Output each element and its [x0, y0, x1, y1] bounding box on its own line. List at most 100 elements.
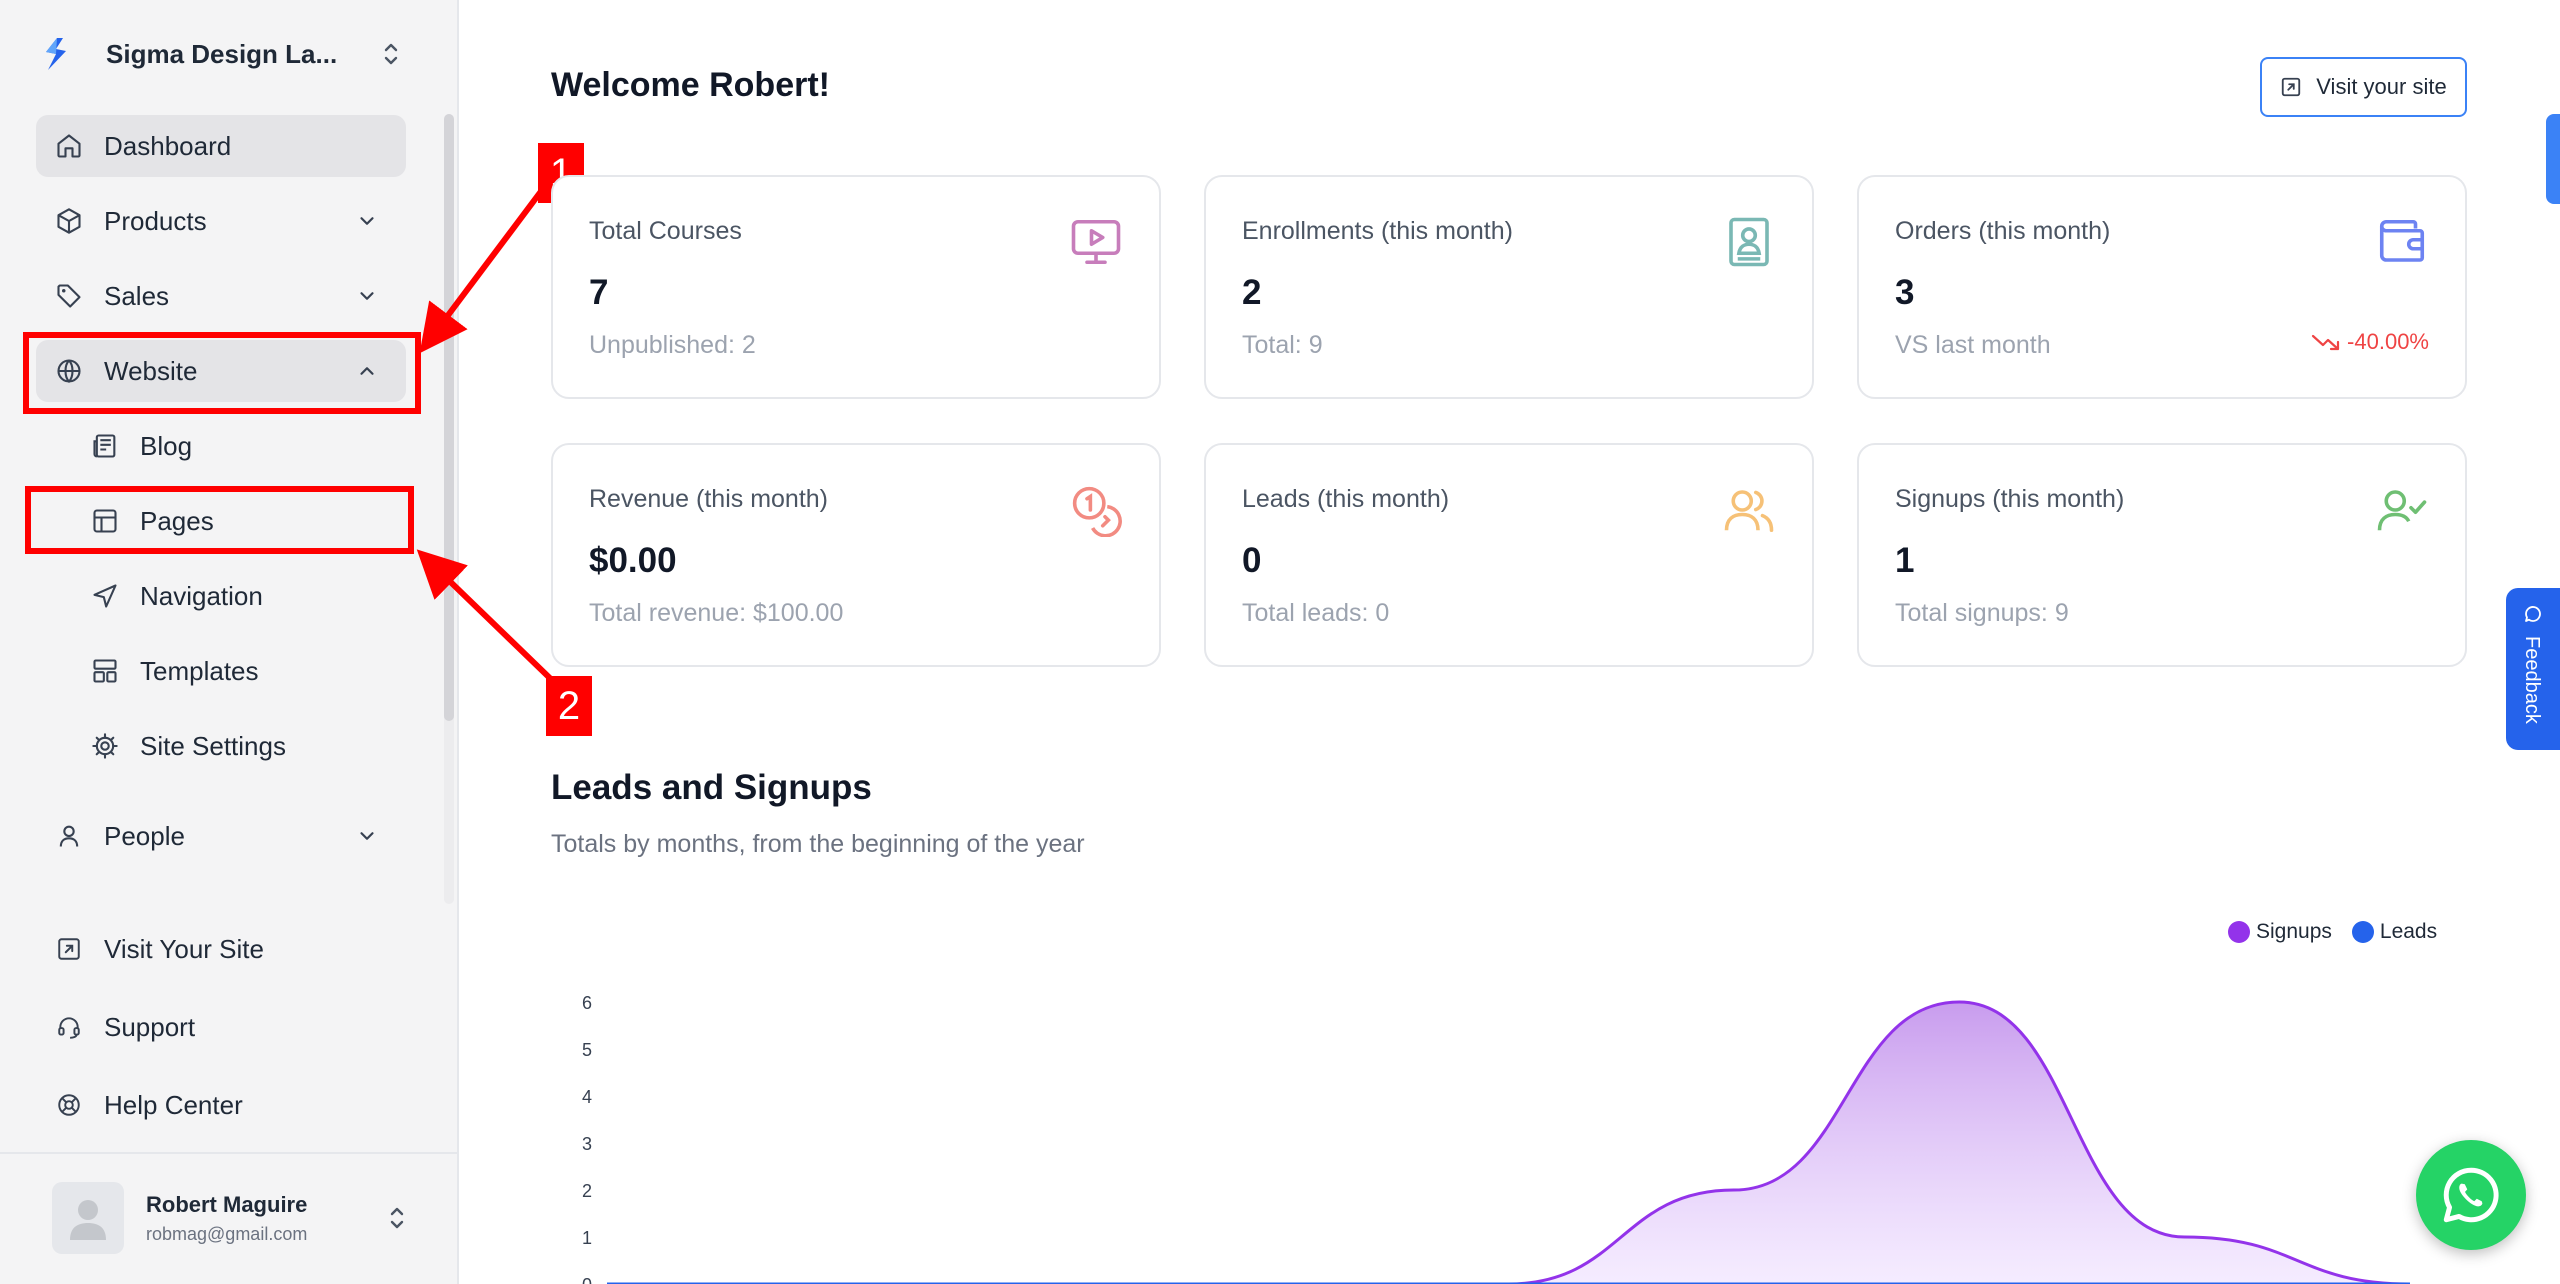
tag-icon	[54, 281, 84, 311]
home-icon	[54, 131, 84, 161]
trend-indicator: -40.00%	[2311, 329, 2429, 355]
y-tick-label: 1	[582, 1228, 592, 1248]
box-icon	[54, 206, 84, 236]
external-link-icon	[54, 934, 84, 964]
lifebuoy-icon	[54, 1090, 84, 1120]
user-icon	[54, 821, 84, 851]
card-label: Revenue (this month)	[589, 485, 829, 513]
newspaper-icon	[90, 431, 120, 461]
visit-site-button[interactable]: Visit your site	[2260, 57, 2467, 117]
sidebar-link-help-center[interactable]: Help Center	[36, 1074, 406, 1136]
whatsapp-icon	[2443, 1167, 2499, 1223]
leads-signups-chart: 0 1 2 3 4 5 6	[582, 993, 2411, 1284]
card-value: 3	[1895, 273, 1915, 312]
y-tick-label: 4	[582, 1087, 592, 1107]
y-tick-label: 0	[582, 1275, 592, 1284]
visit-site-label: Visit your site	[2316, 74, 2447, 99]
y-tick-label: 3	[582, 1134, 592, 1154]
whatsapp-chat-button[interactable]	[2416, 1140, 2526, 1250]
sidebar-item-dashboard[interactable]: Dashboard	[36, 115, 406, 177]
stat-card-courses: Total Courses 7 Unpublished: 2	[551, 175, 1161, 399]
user-email: robmag@gmail.com	[146, 1223, 308, 1244]
avatar	[52, 1182, 124, 1254]
feedback-label: Feedback	[2521, 636, 2543, 724]
sidebar-link-visit-your-site[interactable]: Visit Your Site	[36, 918, 406, 980]
card-label: Enrollments (this month)	[1242, 217, 1513, 245]
highlight-box-website	[23, 332, 421, 414]
card-subtext: Total signups: 9	[1895, 599, 2069, 627]
sidebar-item-site-settings[interactable]: Site Settings	[36, 715, 406, 777]
legend-item-leads[interactable]: Leads	[2351, 920, 2437, 944]
stat-card-orders: Orders (this month) 3 VS last month -40.…	[1857, 175, 2467, 399]
y-tick-label: 2	[582, 1181, 592, 1201]
card-value: 0	[1242, 541, 1262, 580]
y-tick-label: 6	[582, 993, 592, 1013]
user-check-icon	[2375, 483, 2429, 537]
trend-down-icon	[2311, 334, 2340, 351]
gear-icon	[90, 731, 120, 761]
signups-area	[607, 1002, 2410, 1284]
feedback-button[interactable]: Feedback	[2506, 588, 2560, 750]
card-subtext: Total revenue: $100.00	[589, 599, 844, 627]
card-subtext: Unpublished: 2	[589, 331, 756, 359]
sidebar-item-blog[interactable]: Blog	[36, 415, 406, 477]
users-icon	[1722, 483, 1776, 537]
y-tick-label: 5	[582, 1040, 592, 1060]
legend-label: Signups	[2256, 920, 2332, 943]
sidebar-item-label: Navigation	[140, 580, 263, 611]
card-value: 1	[1895, 541, 1915, 580]
sidebar-item-label: Site Settings	[140, 730, 286, 761]
chevron-down-icon	[352, 281, 382, 311]
legend-swatch	[2228, 921, 2250, 943]
chevron-up-down-icon[interactable]	[376, 38, 406, 70]
section-title: Leads and Signups	[551, 768, 872, 807]
card-label: Signups (this month)	[1895, 485, 2125, 513]
chevron-down-icon	[352, 206, 382, 236]
sidebar-item-sales[interactable]: Sales	[36, 265, 406, 327]
sidebar-item-label: Blog	[140, 430, 193, 461]
wallet-icon	[2375, 215, 2429, 269]
card-label: Orders (this month)	[1895, 217, 2111, 245]
sidebar-link-support[interactable]: Support	[36, 996, 406, 1058]
card-subtext: VS last month	[1895, 331, 2051, 359]
sidebar-item-label: Templates	[140, 655, 259, 686]
send-icon	[90, 581, 120, 611]
stat-card-enrollments: Enrollments (this month) 2 Total: 9	[1204, 175, 1814, 399]
card-subtext: Total: 9	[1242, 331, 1323, 359]
stat-card-leads: Leads (this month) 0 Total leads: 0	[1204, 443, 1814, 667]
headset-icon	[54, 1012, 84, 1042]
side-panel-tab[interactable]	[2546, 114, 2560, 204]
chevron-up-down-icon[interactable]	[382, 1202, 412, 1234]
template-icon	[90, 656, 120, 686]
card-label: Total Courses	[589, 217, 742, 245]
section-subtitle: Totals by months, from the beginning of …	[551, 830, 1085, 858]
card-value: $0.00	[589, 541, 677, 580]
sidebar-item-label: Help Center	[104, 1089, 243, 1120]
sidebar-item-label: Sales	[104, 280, 170, 311]
user-menu[interactable]: Robert Maguire robmag@gmail.com	[52, 1180, 412, 1256]
stat-card-signups: Signups (this month) 1 Total signups: 9	[1857, 443, 2467, 667]
trend-value: -40.00%	[2347, 329, 2429, 354]
card-value: 7	[589, 273, 609, 312]
card-value: 2	[1242, 273, 1262, 312]
chat-bubble-icon	[2525, 606, 2541, 622]
coins-icon	[1069, 483, 1123, 538]
stat-card-revenue: Revenue (this month) $0.00 Total revenue…	[551, 443, 1161, 667]
contact-book-icon	[1722, 215, 1776, 269]
presentation-play-icon	[1069, 215, 1123, 269]
sidebar: Sigma Design La... Dashboard Products Sa…	[0, 0, 459, 1284]
brand-logo-icon	[36, 34, 76, 74]
sidebar-item-label: Support	[104, 1011, 196, 1042]
sidebar-divider	[0, 1152, 459, 1154]
workspace-switcher[interactable]: Sigma Design La...	[36, 28, 406, 80]
sidebar-item-templates[interactable]: Templates	[36, 640, 406, 702]
legend-item-signups[interactable]: Signups	[2228, 920, 2332, 944]
sidebar-item-navigation[interactable]: Navigation	[36, 565, 406, 627]
sidebar-scrollbar[interactable]	[444, 114, 454, 721]
page-title: Welcome Robert!	[551, 66, 830, 104]
chart-legend: Signups Leads	[2228, 920, 2437, 944]
sidebar-item-people[interactable]: People	[36, 805, 406, 867]
sidebar-item-label: Dashboard	[104, 130, 232, 161]
sidebar-item-products[interactable]: Products	[36, 190, 406, 252]
sidebar-item-label: Products	[104, 205, 207, 236]
